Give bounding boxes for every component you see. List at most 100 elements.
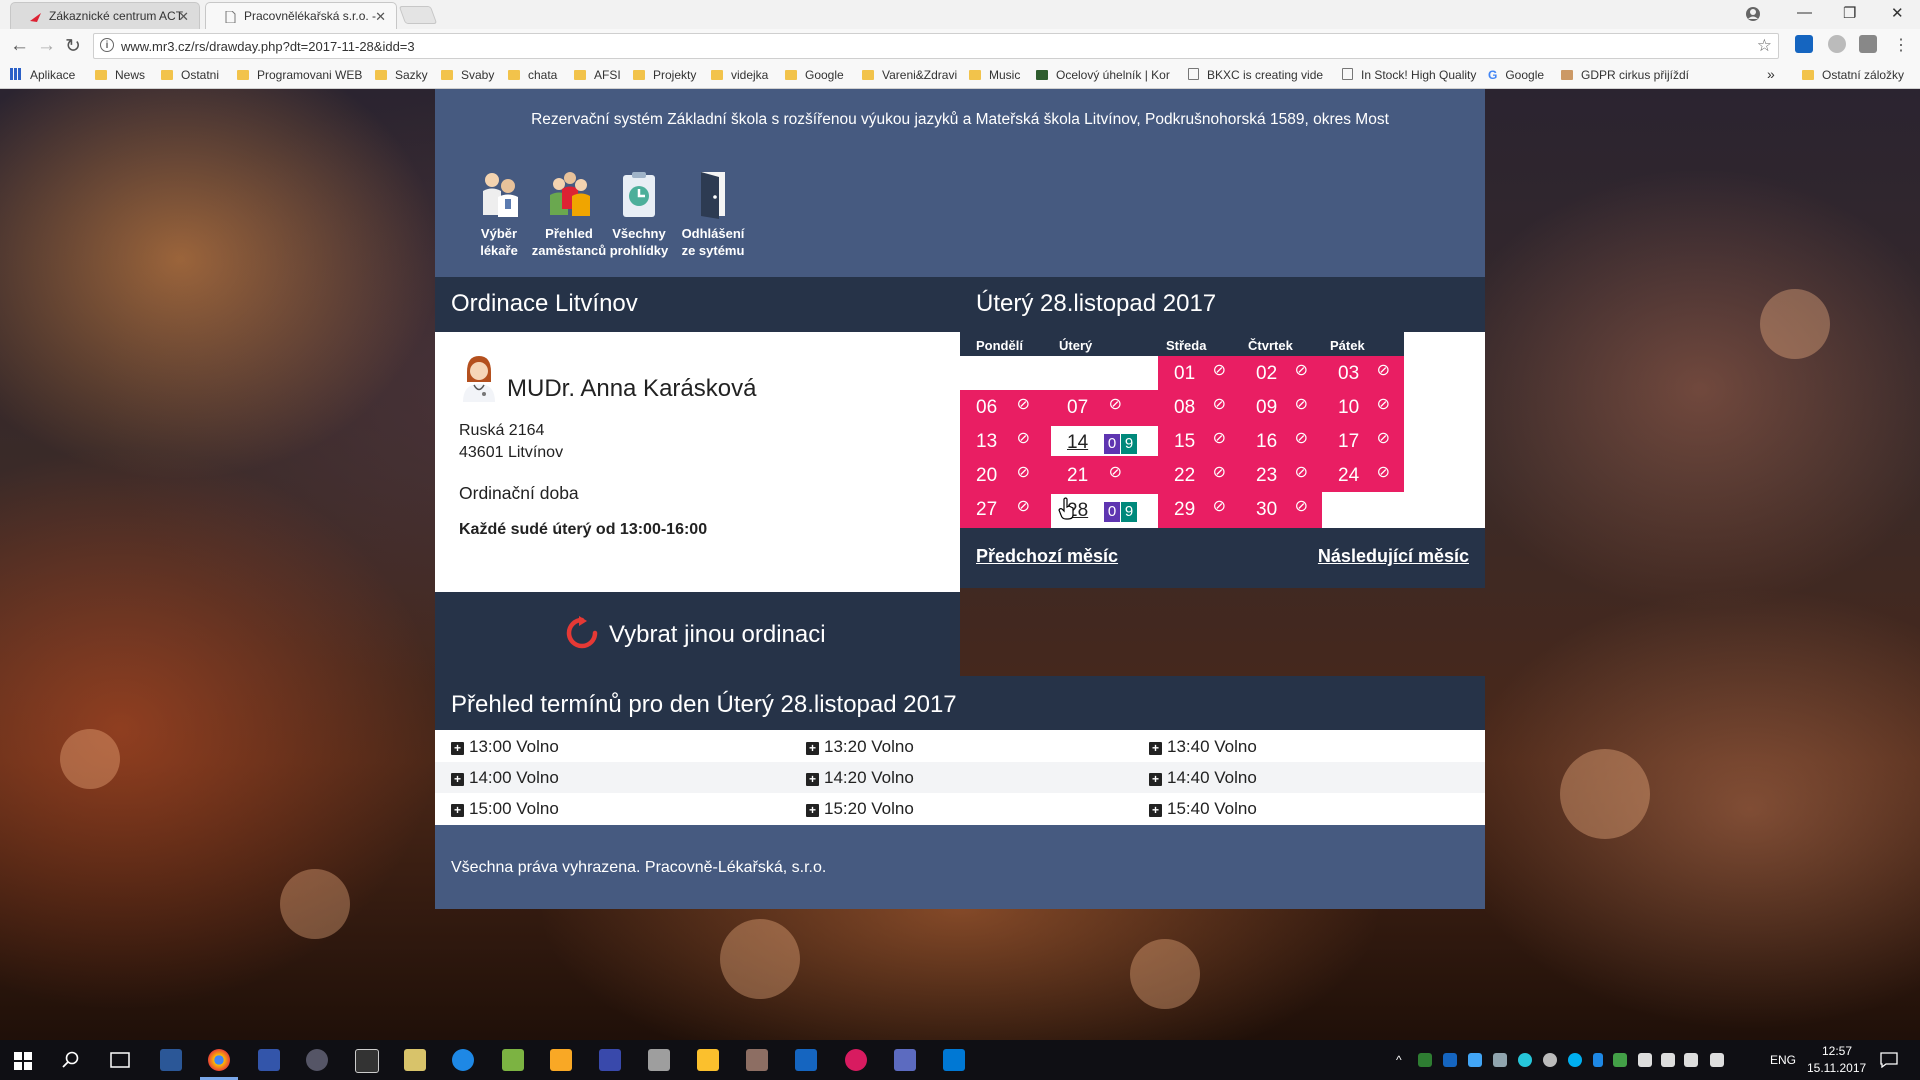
bookmark-item[interactable]: BKXC is creating vide [1188, 68, 1323, 82]
windows-start-icon[interactable] [14, 1052, 32, 1070]
save-app-icon[interactable] [258, 1049, 280, 1071]
bookmark-item[interactable]: Programovani WEB [237, 68, 362, 82]
tray-icon[interactable] [1468, 1053, 1482, 1067]
calendar-day-unavailable: 10 ⊘ [1322, 390, 1404, 424]
tray-icon[interactable] [1418, 1053, 1432, 1067]
extension-icon[interactable] [1828, 35, 1846, 53]
app-icon[interactable] [795, 1049, 817, 1071]
site-icon [1561, 70, 1573, 80]
skype-icon[interactable] [1568, 1053, 1582, 1067]
bookmark-star-icon[interactable]: ☆ [1757, 36, 1772, 56]
bookmark-item[interactable]: In Stock! High Quality [1342, 68, 1476, 82]
clock-date[interactable]: 15.11.2017 [1807, 1061, 1866, 1075]
bookmark-item[interactable]: Ocelový úhelník | Kor [1036, 68, 1170, 82]
browser-tab-pracovnelekarska[interactable]: Pracovnělékařská s.r.o. - ✕ [205, 2, 397, 29]
tray-icon[interactable] [1518, 1053, 1532, 1067]
task-view-icon[interactable] [110, 1052, 130, 1068]
tray-icon[interactable] [1613, 1053, 1627, 1067]
pen-icon[interactable] [1710, 1053, 1724, 1067]
terminal-icon[interactable] [355, 1049, 379, 1073]
bookmark-item[interactable]: Projekty [633, 68, 696, 82]
bookmarks-more-icon[interactable]: » [1767, 66, 1775, 82]
tab-close-icon[interactable]: ✕ [178, 9, 189, 25]
back-icon[interactable]: ← [10, 35, 29, 57]
time-slot[interactable]: +13:20 Volno [806, 737, 914, 757]
time-slot[interactable]: +15:00 Volno [451, 799, 559, 819]
bookmark-item[interactable]: GDPR cirkus přijíždí [1561, 68, 1689, 82]
cast-icon[interactable] [1859, 35, 1877, 53]
minimize-icon[interactable]: — [1797, 4, 1812, 21]
profile-icon[interactable] [1745, 6, 1761, 22]
app-icon[interactable] [502, 1049, 524, 1071]
time-slot[interactable]: +15:20 Volno [806, 799, 914, 819]
menu-logout[interactable]: Odhlášení ze sytému [675, 169, 751, 259]
clock-time[interactable]: 12:57 [1822, 1044, 1852, 1058]
change-office-button[interactable]: Vybrat jinou ordinaci [435, 592, 960, 676]
network-icon[interactable] [1661, 1053, 1675, 1067]
bluetooth-icon[interactable] [1593, 1053, 1603, 1067]
calendar-day-available[interactable]: 14 0 9 [1051, 424, 1158, 458]
bookmark-item[interactable]: Ostatni [161, 68, 219, 82]
onedrive-icon[interactable] [1543, 1053, 1557, 1067]
site-info-icon[interactable]: i [100, 38, 114, 52]
address-bar[interactable]: i www.mr3.cz/rs/drawday.php?dt=2017-11-2… [93, 33, 1779, 59]
restore-icon[interactable]: ❐ [1843, 4, 1856, 22]
bookmark-apps[interactable]: Aplikace [10, 68, 75, 82]
app-icon[interactable] [845, 1049, 867, 1071]
app-icon[interactable] [746, 1049, 768, 1071]
bookmark-item[interactable]: Music [969, 68, 1020, 82]
bookmark-item[interactable]: videjka [711, 68, 768, 82]
internet-explorer-icon[interactable] [452, 1049, 474, 1071]
battery-icon[interactable] [1638, 1053, 1652, 1067]
app-icon[interactable] [648, 1049, 670, 1071]
menu-all-examinations[interactable]: Všechny prohlídky [601, 169, 677, 259]
reload-icon[interactable]: ↻ [65, 35, 81, 58]
menu-select-doctor[interactable]: Výběr lékaře [461, 169, 537, 259]
time-slot[interactable]: +13:40 Volno [1149, 737, 1257, 757]
bookmark-item[interactable]: Svaby [441, 68, 494, 82]
app-icon[interactable] [550, 1049, 572, 1071]
refresh-icon [566, 616, 598, 649]
volume-icon[interactable] [1684, 1053, 1698, 1067]
app-icon[interactable] [894, 1049, 916, 1071]
bookmark-item[interactable]: chata [508, 68, 557, 82]
bookmark-item[interactable]: Vareni&Zdravi [862, 68, 957, 82]
outlook-icon[interactable] [943, 1049, 965, 1071]
previous-month-link[interactable]: Předchozí měsíc [976, 546, 1118, 567]
tray-icon[interactable] [1443, 1053, 1457, 1067]
app-icon[interactable] [599, 1049, 621, 1071]
window-close-icon[interactable]: ✕ [1891, 4, 1904, 22]
menu-kebab-icon[interactable]: ⋮ [1893, 35, 1909, 55]
menu-employees[interactable]: Přehled zaměstanců [531, 169, 607, 259]
time-slot[interactable]: +13:00 Volno [451, 737, 559, 757]
language-indicator[interactable]: ENG [1770, 1053, 1796, 1067]
lock-app-icon[interactable] [306, 1049, 328, 1071]
bookmark-item[interactable]: Google [785, 68, 844, 82]
notifications-icon[interactable] [1880, 1052, 1898, 1068]
app-icon[interactable] [404, 1049, 426, 1071]
bookmark-item[interactable]: G Google [1488, 68, 1544, 82]
store-icon[interactable] [160, 1049, 182, 1071]
unavailable-icon: ⊘ [1212, 498, 1226, 515]
bookmark-item[interactable]: Sazky [375, 68, 428, 82]
time-slot[interactable]: +14:20 Volno [806, 768, 914, 788]
next-month-link[interactable]: Následující měsíc [1318, 546, 1469, 567]
extension-icon[interactable] [1795, 35, 1813, 53]
bookmark-item[interactable]: News [95, 68, 145, 82]
tab-close-icon[interactable]: ✕ [375, 9, 386, 25]
file-explorer-icon[interactable] [697, 1049, 719, 1071]
search-icon[interactable] [62, 1051, 80, 1069]
folder-icon [785, 70, 797, 80]
tray-icon[interactable] [1493, 1053, 1507, 1067]
calendar-day-unavailable: 21 ⊘ [1051, 458, 1158, 492]
new-tab-button[interactable] [398, 6, 438, 24]
browser-tab-act[interactable]: Zákaznické centrum ACT ✕ [10, 2, 200, 29]
tray-expand-icon[interactable]: ^ [1396, 1053, 1402, 1067]
time-slot[interactable]: +14:00 Volno [451, 768, 559, 788]
forward-icon[interactable]: → [37, 35, 56, 57]
chrome-icon[interactable] [208, 1049, 230, 1071]
time-slot[interactable]: +14:40 Volno [1149, 768, 1257, 788]
bookmark-other[interactable]: Ostatní záložky [1802, 68, 1904, 82]
time-slot[interactable]: +15:40 Volno [1149, 799, 1257, 819]
bookmark-item[interactable]: AFSI [574, 68, 621, 82]
